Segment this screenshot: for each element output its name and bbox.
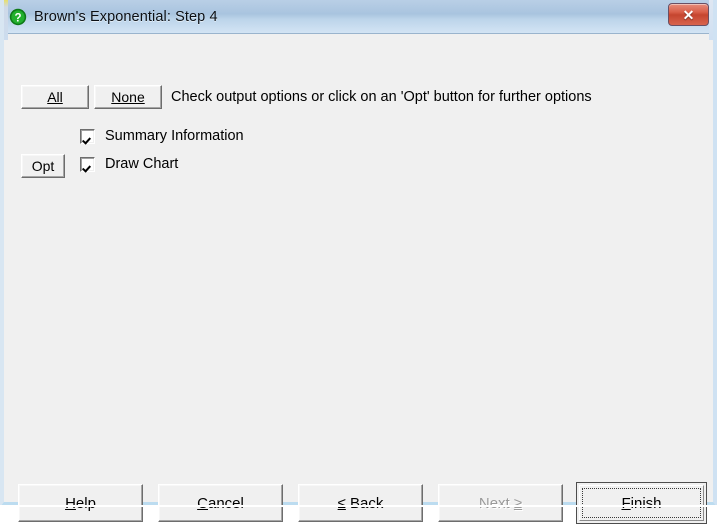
dialog-window: ? Brown's Exponential: Step 4 ✕ All None… xyxy=(0,0,717,507)
finish-button-focus-rect: Finish xyxy=(582,488,701,518)
instruction-text: Check output options or click on an 'Opt… xyxy=(171,89,592,105)
help-button-label: Help xyxy=(65,495,96,512)
close-button[interactable]: ✕ xyxy=(668,3,709,26)
select-all-button[interactable]: All xyxy=(21,85,89,109)
back-button[interactable]: ≤ Back xyxy=(298,484,423,522)
draw-chart-options-button[interactable]: Opt xyxy=(21,154,65,178)
help-button[interactable]: Help xyxy=(18,484,143,522)
option-row-draw-chart: Draw Chart xyxy=(80,156,178,172)
label-draw-chart: Draw Chart xyxy=(105,156,178,172)
select-all-label: All xyxy=(47,89,63,105)
window-glass-edge-right xyxy=(709,0,713,40)
next-button: Next ≥ xyxy=(438,484,563,522)
checkbox-summary-information[interactable] xyxy=(80,129,95,144)
cancel-button-label: Cancel xyxy=(197,495,244,512)
finish-button[interactable]: Finish xyxy=(576,482,707,524)
next-button-label: Next ≥ xyxy=(479,495,522,512)
window-glass-edge-left xyxy=(4,0,8,40)
label-summary-information: Summary Information xyxy=(105,128,244,144)
select-none-label: None xyxy=(111,89,144,105)
window-title: Brown's Exponential: Step 4 xyxy=(34,9,218,25)
dialog-client-area: All None Check output options or click o… xyxy=(4,34,713,502)
finish-button-face: Finish xyxy=(579,485,704,521)
finish-button-label: Finish xyxy=(621,495,661,512)
close-icon: ✕ xyxy=(683,8,695,22)
question-mark-icon: ? xyxy=(9,8,27,26)
cancel-button[interactable]: Cancel xyxy=(158,484,283,522)
title-bar[interactable]: ? Brown's Exponential: Step 4 ✕ xyxy=(4,0,713,34)
option-row-summary-information: Summary Information xyxy=(80,128,244,144)
opt-button-label: Opt xyxy=(32,158,55,174)
select-none-button[interactable]: None xyxy=(94,85,162,109)
back-button-label: ≤ Back xyxy=(338,495,384,512)
svg-text:?: ? xyxy=(14,12,21,24)
checkbox-draw-chart[interactable] xyxy=(80,157,95,172)
